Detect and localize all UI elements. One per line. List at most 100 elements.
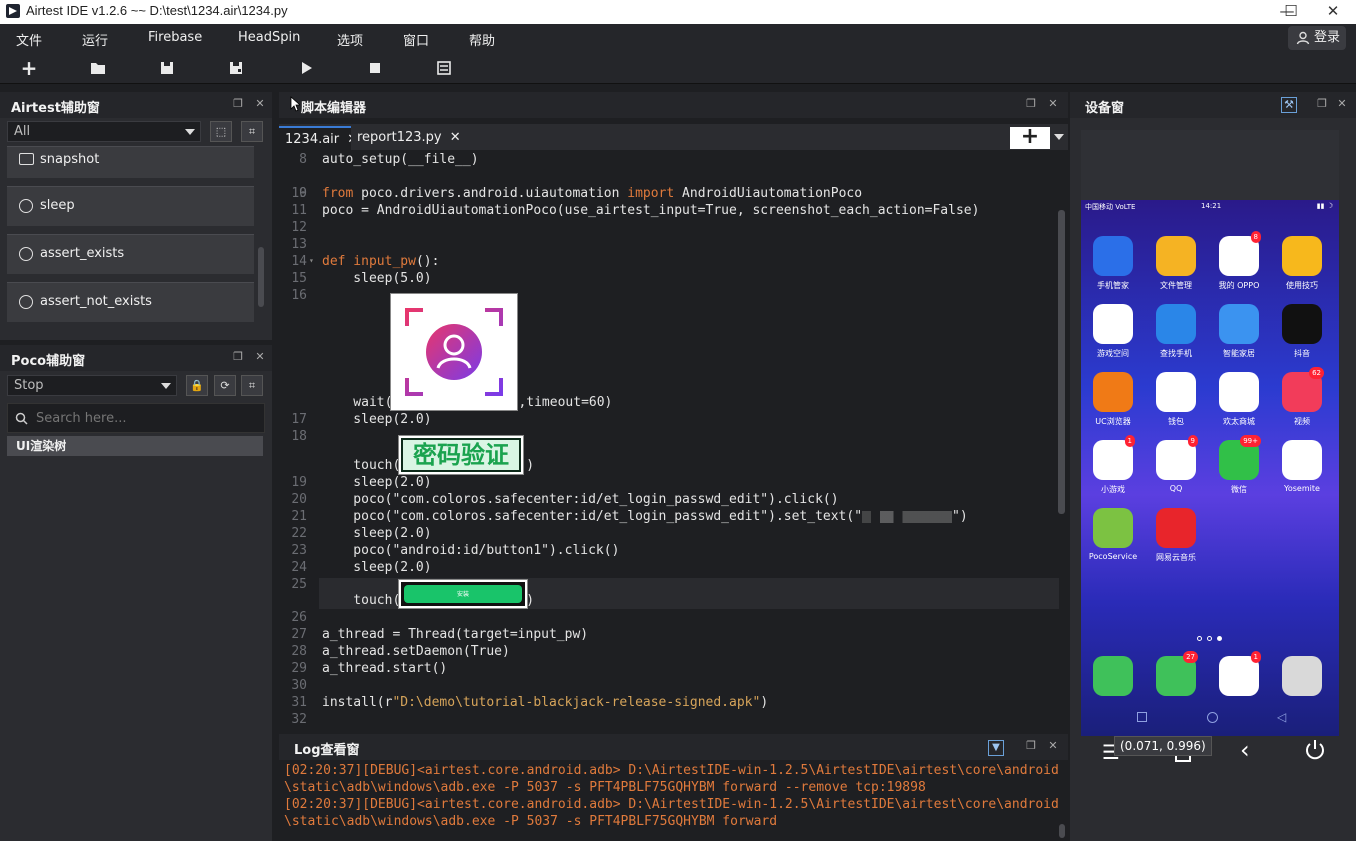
menu-firebase[interactable]: Firebase (148, 30, 202, 45)
app-icon[interactable]: 8 我的 OPPO (1213, 231, 1265, 291)
close-window-button[interactable]: ✕ (1310, 0, 1356, 24)
ui-tree-root[interactable]: UI渲染树 (7, 436, 263, 456)
phone-icon[interactable] (1087, 656, 1139, 700)
open-folder-icon[interactable] (89, 59, 107, 77)
home-nav-icon[interactable] (1207, 712, 1218, 723)
close-icon[interactable]: ✕ (1046, 739, 1060, 753)
device-screen[interactable]: 中国移动 VoLTE 14:21 ▮▮ ☽ 手机管家 文件管理 8 我的 OPPO 使用… (1081, 200, 1339, 736)
app-icon[interactable]: 手机管家 (1087, 236, 1139, 291)
menu-headspin[interactable]: HeadSpin (238, 30, 300, 45)
save-as-icon[interactable] (227, 59, 245, 77)
maximize-button[interactable]: ☐ (1268, 0, 1314, 24)
close-tab-icon[interactable]: ✕ (450, 130, 461, 145)
poco-mode-select[interactable]: Stop (7, 375, 177, 396)
add-tab-button[interactable]: + (1010, 126, 1050, 149)
back-nav-icon[interactable]: ◁ (1277, 710, 1286, 724)
api-item-assert-not-exists[interactable]: assert_not_exists (7, 282, 254, 322)
save-icon[interactable] (158, 59, 176, 77)
menu-file[interactable]: 文件 (16, 30, 42, 49)
power-icon[interactable] (1304, 738, 1326, 760)
app-icon[interactable]: 钱包 (1150, 372, 1202, 427)
browser-icon[interactable]: 1 (1213, 651, 1265, 700)
float-icon[interactable]: ❐ (231, 350, 245, 364)
app-icon[interactable]: PocoService (1087, 508, 1139, 561)
tab-report123[interactable]: report123.py ✕ (351, 126, 467, 150)
line-number: 28 (291, 644, 307, 659)
login-label: 登录 (1314, 30, 1341, 45)
app-icon[interactable]: 欢太商城 (1213, 372, 1265, 427)
password-verify-template-image[interactable]: 密码验证 (398, 435, 524, 475)
app-icon[interactable]: 使用技巧 (1276, 236, 1328, 291)
refresh-icon[interactable]: ⟳ (214, 375, 236, 396)
face-template-image[interactable] (390, 293, 518, 411)
api-item-sleep[interactable]: sleep (7, 186, 254, 226)
app-label: QQ (1169, 484, 1183, 493)
redacted-password (862, 510, 953, 523)
menu-run[interactable]: 运行 (82, 30, 108, 49)
poco-search-box[interactable] (7, 403, 265, 433)
poco-panel-title: Poco辅助窗 (11, 354, 86, 369)
float-icon[interactable]: ❐ (1315, 97, 1329, 111)
camera-record-icon[interactable]: ⌗ (241, 375, 263, 396)
lock-icon[interactable]: 🔒 (186, 375, 208, 396)
tools-icon[interactable]: ⚒ (1281, 97, 1297, 113)
line-number: 31 (291, 695, 307, 710)
app-icon[interactable]: 文件管理 (1150, 236, 1202, 291)
line-number: 8 (299, 152, 307, 167)
app-badge: 27 (1183, 651, 1198, 663)
float-icon[interactable]: ❐ (1024, 739, 1038, 753)
close-icon[interactable]: ✕ (253, 350, 267, 364)
line-number: 29 (291, 661, 307, 676)
app-icon[interactable]: 网易云音乐 (1150, 508, 1202, 563)
app-icon[interactable]: 99+ 微信 (1213, 435, 1265, 495)
api-item-snapshot[interactable]: snapshot (7, 146, 254, 178)
install-button-template-image[interactable]: 安装 (398, 579, 528, 609)
airtest-scrollbar[interactable] (258, 247, 264, 307)
editor-scrollbar[interactable] (1058, 210, 1065, 514)
menu-options[interactable]: 选项 (337, 30, 363, 49)
stop-icon[interactable] (366, 59, 384, 77)
record-icon[interactable]: ⬚ (210, 121, 232, 142)
camera-icon[interactable] (1276, 656, 1328, 700)
airtest-logo-icon (6, 4, 20, 18)
api-filter-select[interactable]: All (7, 121, 201, 142)
app-icon[interactable]: 1 小游戏 (1087, 435, 1139, 495)
chevron-down-icon (161, 383, 171, 389)
app-icon[interactable]: 智能家居 (1213, 304, 1265, 359)
close-icon[interactable]: ✕ (1046, 97, 1060, 111)
new-icon[interactable]: + (20, 58, 38, 78)
float-icon[interactable]: ❐ (231, 97, 245, 111)
app-icon[interactable]: 9 QQ (1150, 435, 1202, 493)
install-text: 安装 (404, 585, 522, 603)
app-badge: 99+ (1240, 435, 1261, 447)
messages-icon[interactable]: 27 (1150, 651, 1202, 700)
code-area[interactable]: 8 9 10 11 12 13 14 15 16 17 18 19 20 21 … (279, 150, 1068, 727)
login-button[interactable]: 登录 (1288, 26, 1346, 50)
api-item-assert-exists[interactable]: assert_exists (7, 234, 254, 274)
fold-icon[interactable]: ▾ (309, 256, 314, 265)
api-item-label: sleep (40, 198, 75, 213)
menu-help[interactable]: 帮助 (469, 30, 495, 49)
app-icon[interactable]: 游戏空间 (1087, 304, 1139, 359)
line-number: 20 (291, 492, 307, 507)
api-item-label: snapshot (40, 152, 100, 167)
run-icon[interactable] (297, 59, 315, 77)
app-icon[interactable]: 查找手机 (1150, 304, 1202, 359)
log-scrollbar[interactable] (1059, 824, 1065, 838)
chevron-down-icon[interactable] (1054, 134, 1064, 140)
close-icon[interactable]: ✕ (1335, 97, 1349, 111)
poco-search-input[interactable] (36, 408, 256, 428)
camera-record-icon[interactable]: ⌗ (241, 121, 263, 142)
app-icon[interactable]: 抖音 (1276, 304, 1328, 359)
float-icon[interactable]: ❐ (1024, 97, 1038, 111)
app-icon[interactable]: 62 视频 (1276, 367, 1328, 427)
app-icon-graphic (1156, 236, 1196, 276)
filter-icon[interactable]: ▼ (988, 740, 1004, 756)
back-icon[interactable]: ‹ (1240, 736, 1250, 764)
app-icon[interactable]: Yosemite (1276, 440, 1328, 493)
recent-nav-icon[interactable] (1137, 712, 1147, 722)
app-icon[interactable]: UC浏览器 (1087, 372, 1139, 427)
log-icon[interactable] (435, 59, 453, 77)
close-icon[interactable]: ✕ (253, 97, 267, 111)
menu-window[interactable]: 窗口 (403, 30, 429, 49)
